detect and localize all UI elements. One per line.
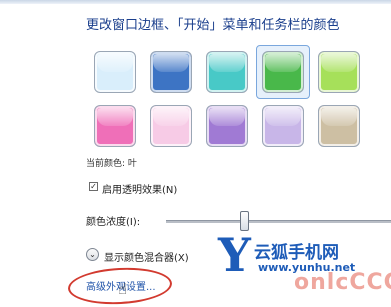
color-swatch-blush[interactable] (150, 105, 192, 147)
color-swatch-sea[interactable] (206, 51, 248, 93)
watermark: Y 云狐手机网 www.yunhu.net onlcCCC (218, 228, 391, 302)
color-swatch-violet[interactable] (206, 105, 248, 147)
watermark-logo: Y (218, 228, 251, 282)
color-swatch-lavender[interactable] (262, 105, 304, 147)
color-swatch-twilight[interactable] (150, 51, 192, 93)
color-swatch-taupe[interactable] (318, 105, 360, 147)
page-title: 更改窗口边框、「开始」菜单和任务栏的颜色 (86, 18, 340, 33)
color-swatch-lime[interactable] (318, 51, 360, 93)
transparency-label[interactable]: 启用透明效果(N) (102, 181, 177, 196)
color-swatch-sky[interactable] (94, 51, 136, 93)
watermark-cn: 云狐手机网 (254, 243, 339, 263)
intensity-slider-track[interactable] (166, 220, 391, 223)
intensity-label: 颜色浓度(I): (86, 217, 141, 228)
window-top-edge (0, 0, 391, 4)
color-mixer-toggle[interactable]: 显示颜色混合器(X) (104, 249, 189, 264)
expand-chevron-icon[interactable]: ⌄ (86, 248, 99, 261)
color-swatch-fuchsia[interactable] (94, 105, 136, 147)
hand-cursor-icon: ☝ (118, 280, 128, 298)
transparency-checkbox[interactable]: ✓ (89, 182, 98, 191)
color-swatch-leaf[interactable] (262, 51, 304, 93)
current-color-label: 当前颜色: 叶 (86, 159, 137, 169)
watermark-red: onlcCCC (294, 270, 391, 295)
